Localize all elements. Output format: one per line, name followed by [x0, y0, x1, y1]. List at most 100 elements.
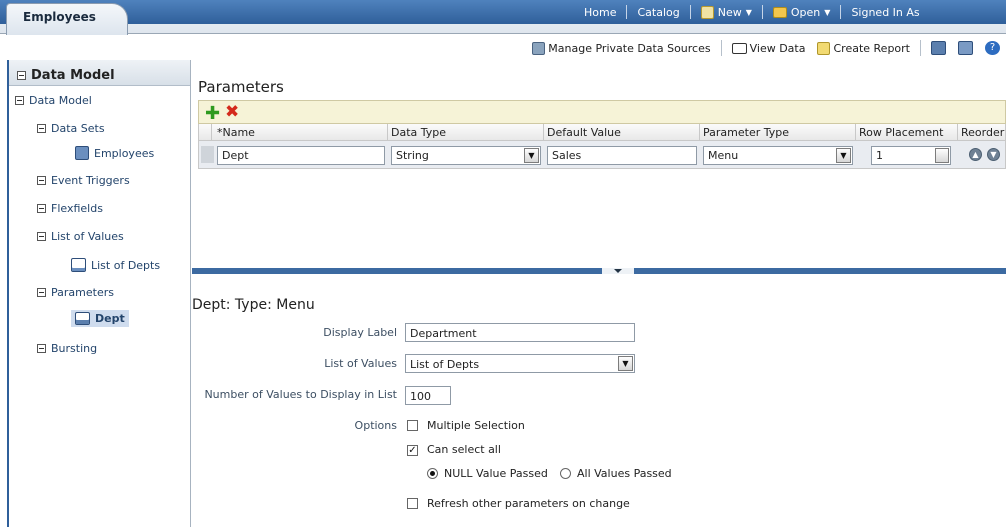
- move-up-icon[interactable]: ▲: [969, 148, 982, 161]
- col-header-name[interactable]: *Name: [217, 126, 255, 139]
- create-report-label: Create Report: [833, 41, 910, 55]
- data-type-value: String: [396, 149, 429, 162]
- toolbar-divider: [920, 40, 921, 56]
- col-header-reorder[interactable]: Reorder: [961, 126, 1004, 139]
- display-label-label: Display Label: [323, 326, 397, 339]
- page-title: Parameters: [198, 78, 284, 96]
- col-header-data-type[interactable]: Data Type: [391, 126, 446, 139]
- tree-label: Event Triggers: [51, 174, 130, 187]
- tree-parameter-dept[interactable]: Dept: [71, 310, 129, 327]
- null-value-radio[interactable]: [427, 468, 438, 479]
- save-as-button[interactable]: [952, 41, 979, 55]
- all-values-label: All Values Passed: [577, 467, 672, 480]
- add-icon[interactable]: ✚: [205, 103, 220, 124]
- row-selector[interactable]: [201, 146, 214, 163]
- new-menu[interactable]: New ▼: [695, 5, 758, 19]
- tree-label: Flexfields: [51, 202, 103, 215]
- column-divider: [855, 124, 856, 141]
- options-label: Options: [354, 419, 397, 432]
- chevron-down-icon[interactable]: ▼: [524, 148, 539, 163]
- tree-data-model[interactable]: Data Model: [15, 94, 92, 107]
- nav-divider: [626, 5, 628, 19]
- collapse-icon: [37, 232, 46, 241]
- tree-data-set-employees[interactable]: Employees: [75, 146, 154, 160]
- collapse-icon: [15, 96, 24, 105]
- col-header-parameter-type[interactable]: Parameter Type: [703, 126, 789, 139]
- nav-divider: [689, 5, 691, 19]
- tree-label: Data Model: [29, 94, 92, 107]
- chevron-down-icon: ▼: [824, 7, 831, 17]
- create-report-button[interactable]: Create Report: [811, 41, 916, 55]
- signed-in-menu[interactable]: Signed In As: [845, 6, 925, 19]
- tree-label: Dept: [95, 312, 125, 325]
- spinner-icon[interactable]: [935, 148, 949, 163]
- app-header: Employees Home Catalog New ▼ Open ▼ Sign…: [0, 0, 1006, 35]
- data-model-navigator: Data Model Data Model Data Sets Employee…: [7, 60, 191, 527]
- tree-label: Parameters: [51, 286, 114, 299]
- refresh-params-checkbox[interactable]: [407, 498, 418, 509]
- new-label: New: [717, 5, 742, 19]
- navigator-title: Data Model: [31, 67, 115, 83]
- tree-flexfields[interactable]: Flexfields: [37, 202, 103, 215]
- list-of-values-value: List of Depts: [410, 358, 480, 371]
- row-placement-stepper[interactable]: 1: [871, 146, 951, 165]
- navigator-header[interactable]: Data Model: [9, 60, 190, 86]
- col-header-default-value[interactable]: Default Value: [547, 126, 621, 139]
- data-set-icon: [75, 146, 89, 160]
- home-link[interactable]: Home: [578, 6, 622, 19]
- catalog-link[interactable]: Catalog: [631, 6, 685, 19]
- tree-lov-list-of-depts[interactable]: List of Depts: [71, 258, 160, 272]
- chevron-down-icon[interactable]: ▼: [618, 356, 633, 371]
- folder-icon: [772, 6, 787, 18]
- can-select-all-checkbox[interactable]: ✓: [407, 445, 418, 456]
- manage-label: Manage Private Data Sources: [548, 41, 711, 55]
- view-data-label: View Data: [749, 41, 806, 55]
- splitter-handle[interactable]: [602, 268, 634, 274]
- tab-employees[interactable]: Employees: [6, 3, 128, 35]
- null-value-label: NULL Value Passed: [444, 467, 548, 480]
- tree-label: List of Values: [51, 230, 124, 243]
- can-select-all-label: Can select all: [427, 443, 501, 456]
- multiple-selection-checkbox[interactable]: [407, 420, 418, 431]
- chevron-down-icon: ▼: [745, 7, 752, 17]
- move-down-icon[interactable]: ▼: [987, 148, 1000, 161]
- list-of-values-select[interactable]: List of Depts ▼: [405, 354, 635, 373]
- name-input[interactable]: Dept: [217, 146, 385, 165]
- tree-label: Data Sets: [51, 122, 105, 135]
- num-values-input[interactable]: 100: [405, 386, 451, 405]
- col-header-row-placement[interactable]: Row Placement: [859, 126, 943, 139]
- help-button[interactable]: ?: [979, 41, 1006, 55]
- view-data-button[interactable]: View Data: [726, 42, 812, 55]
- table-row[interactable]: Dept String ▼ Sales Menu ▼ 1 ▲ ▼: [198, 141, 1006, 169]
- tree-parameters[interactable]: Parameters: [37, 286, 114, 299]
- detail-title: Dept: Type: Menu: [192, 297, 315, 313]
- parameters-grid-header: *Name Data Type Default Value Parameter …: [198, 124, 1006, 141]
- collapse-icon: [37, 176, 46, 185]
- column-divider: [699, 124, 700, 141]
- display-label-input[interactable]: Department: [405, 323, 635, 342]
- collapse-icon: [37, 288, 46, 297]
- collapse-icon: [37, 204, 46, 213]
- tree-data-sets[interactable]: Data Sets: [37, 122, 105, 135]
- panel-splitter[interactable]: [192, 268, 1006, 274]
- delete-icon[interactable]: ✖: [225, 102, 239, 122]
- manage-private-data-sources-button[interactable]: Manage Private Data Sources: [526, 41, 716, 55]
- tree-bursting[interactable]: Bursting: [37, 342, 97, 355]
- chevron-down-icon[interactable]: ▼: [836, 148, 851, 163]
- data-model-toolbar: Manage Private Data Sources View Data Cr…: [526, 38, 1006, 58]
- row-placement-value: 1: [876, 149, 883, 162]
- save-button[interactable]: [925, 41, 952, 55]
- data-type-select[interactable]: String ▼: [391, 146, 541, 165]
- open-label: Open: [790, 5, 821, 19]
- save-as-icon: [958, 41, 973, 55]
- parameter-type-select[interactable]: Menu ▼: [703, 146, 853, 165]
- tree-label: Employees: [94, 146, 155, 160]
- tree-list-of-values[interactable]: List of Values: [37, 230, 124, 243]
- default-value-input[interactable]: Sales: [547, 146, 697, 165]
- tree-event-triggers[interactable]: Event Triggers: [37, 174, 130, 187]
- database-icon: [532, 41, 546, 55]
- column-divider: [211, 124, 212, 141]
- open-menu[interactable]: Open ▼: [767, 6, 837, 19]
- all-values-radio[interactable]: [560, 468, 571, 479]
- column-divider: [543, 124, 544, 141]
